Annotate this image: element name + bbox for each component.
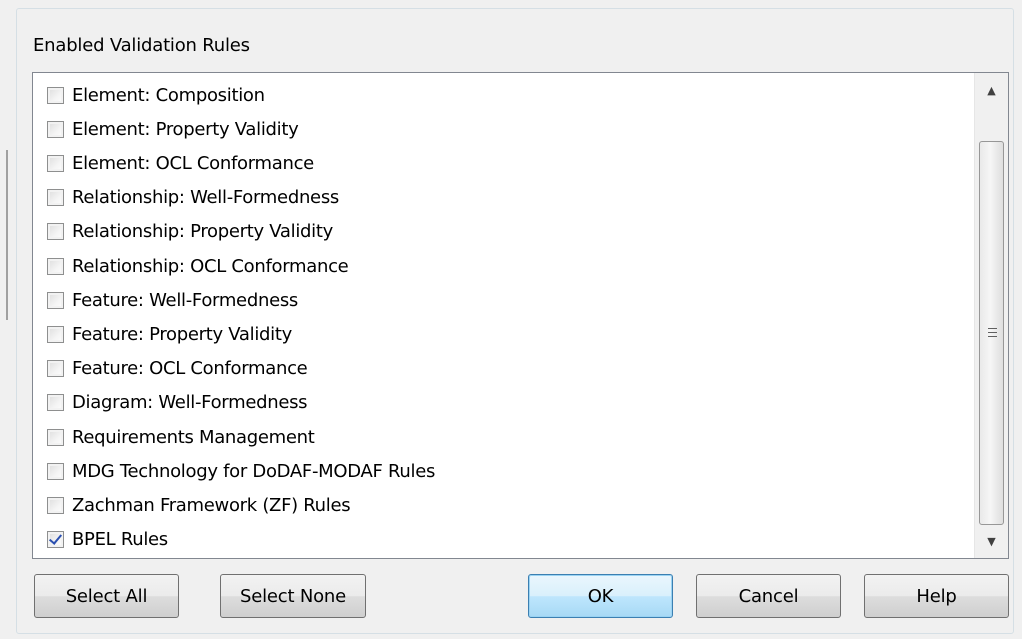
list-item[interactable]: Element: OCL Conformance — [47, 148, 314, 178]
list-item[interactable]: Diagram: Well-Formedness — [47, 388, 308, 418]
list-item[interactable]: Element: Composition — [47, 80, 265, 110]
list-item[interactable]: Feature: Property Validity — [47, 319, 292, 349]
rule-label: Feature: OCL Conformance — [72, 358, 308, 380]
checkbox-unchecked[interactable] — [47, 291, 64, 309]
rule-label: Element: Composition — [72, 84, 265, 106]
checkbox-unchecked[interactable] — [47, 496, 64, 514]
list-item[interactable]: Relationship: OCL Conformance — [47, 251, 349, 281]
ok-button[interactable]: OK — [528, 574, 673, 618]
checkbox-unchecked[interactable] — [47, 462, 64, 480]
checkbox-unchecked[interactable] — [47, 428, 64, 446]
scroll-thumb[interactable] — [979, 141, 1004, 525]
cancel-button[interactable]: Cancel — [696, 574, 841, 618]
vertical-scrollbar[interactable]: ▲ ▼ — [974, 73, 1008, 558]
checkbox-unchecked[interactable] — [47, 86, 64, 104]
rule-label: BPEL Rules — [72, 529, 168, 551]
rules-list: Element: Composition Element: Property Va… — [33, 73, 974, 558]
validation-rules-dialog: Enabled Validation Rules Element: Compos… — [0, 0, 1022, 639]
checkbox-unchecked[interactable] — [47, 394, 64, 412]
rule-label: Feature: Property Validity — [72, 323, 292, 345]
select-all-button[interactable]: Select All — [34, 574, 179, 618]
checkbox-unchecked[interactable] — [47, 154, 64, 172]
rule-label: Element: OCL Conformance — [72, 152, 314, 174]
rule-label: Feature: Well-Formedness — [72, 289, 299, 311]
help-button[interactable]: Help — [864, 574, 1009, 618]
list-item[interactable]: BPEL Rules — [47, 525, 168, 555]
scroll-up-icon[interactable]: ▲ — [975, 73, 1008, 107]
rule-label: Zachman Framework (ZF) Rules — [72, 494, 351, 516]
rule-label: Relationship: Well-Formedness — [72, 187, 339, 209]
checkbox-unchecked[interactable] — [47, 360, 64, 378]
scroll-down-icon[interactable]: ▼ — [975, 524, 1008, 558]
list-item[interactable]: Element: Property Validity — [47, 114, 299, 144]
checkbox-unchecked[interactable] — [47, 189, 64, 207]
rule-label: Relationship: OCL Conformance — [72, 255, 349, 277]
rules-listbox[interactable]: Element: Composition Element: Property Va… — [32, 72, 1009, 559]
list-item[interactable]: Zachman Framework (ZF) Rules — [47, 490, 351, 520]
checkbox-unchecked[interactable] — [47, 257, 64, 275]
grip-icon — [988, 328, 997, 337]
rule-label: Requirements Management — [72, 426, 315, 448]
select-none-button[interactable]: Select None — [220, 574, 366, 618]
list-item[interactable]: Relationship: Well-Formedness — [47, 183, 339, 213]
checkbox-unchecked[interactable] — [47, 120, 64, 138]
list-item[interactable]: Feature: Well-Formedness — [47, 285, 298, 315]
rule-label: MDG Technology for DoDAF-MODAF Rules — [72, 460, 436, 482]
rule-label: Element: Property Validity — [72, 118, 299, 140]
list-item[interactable]: Relationship: Property Validity — [47, 217, 333, 247]
list-item[interactable]: MDG Technology for DoDAF-MODAF Rules — [47, 456, 435, 486]
rule-label: Relationship: Property Validity — [72, 221, 333, 243]
group-label: Enabled Validation Rules — [33, 35, 250, 56]
checkbox-unchecked[interactable] — [47, 325, 64, 343]
list-item[interactable]: Feature: OCL Conformance — [47, 354, 308, 384]
rule-label: Diagram: Well-Formedness — [72, 392, 308, 414]
list-item[interactable]: Requirements Management — [47, 422, 315, 452]
window-edge — [6, 150, 8, 320]
checkbox-checked[interactable] — [47, 531, 64, 549]
checkbox-unchecked[interactable] — [47, 223, 64, 241]
